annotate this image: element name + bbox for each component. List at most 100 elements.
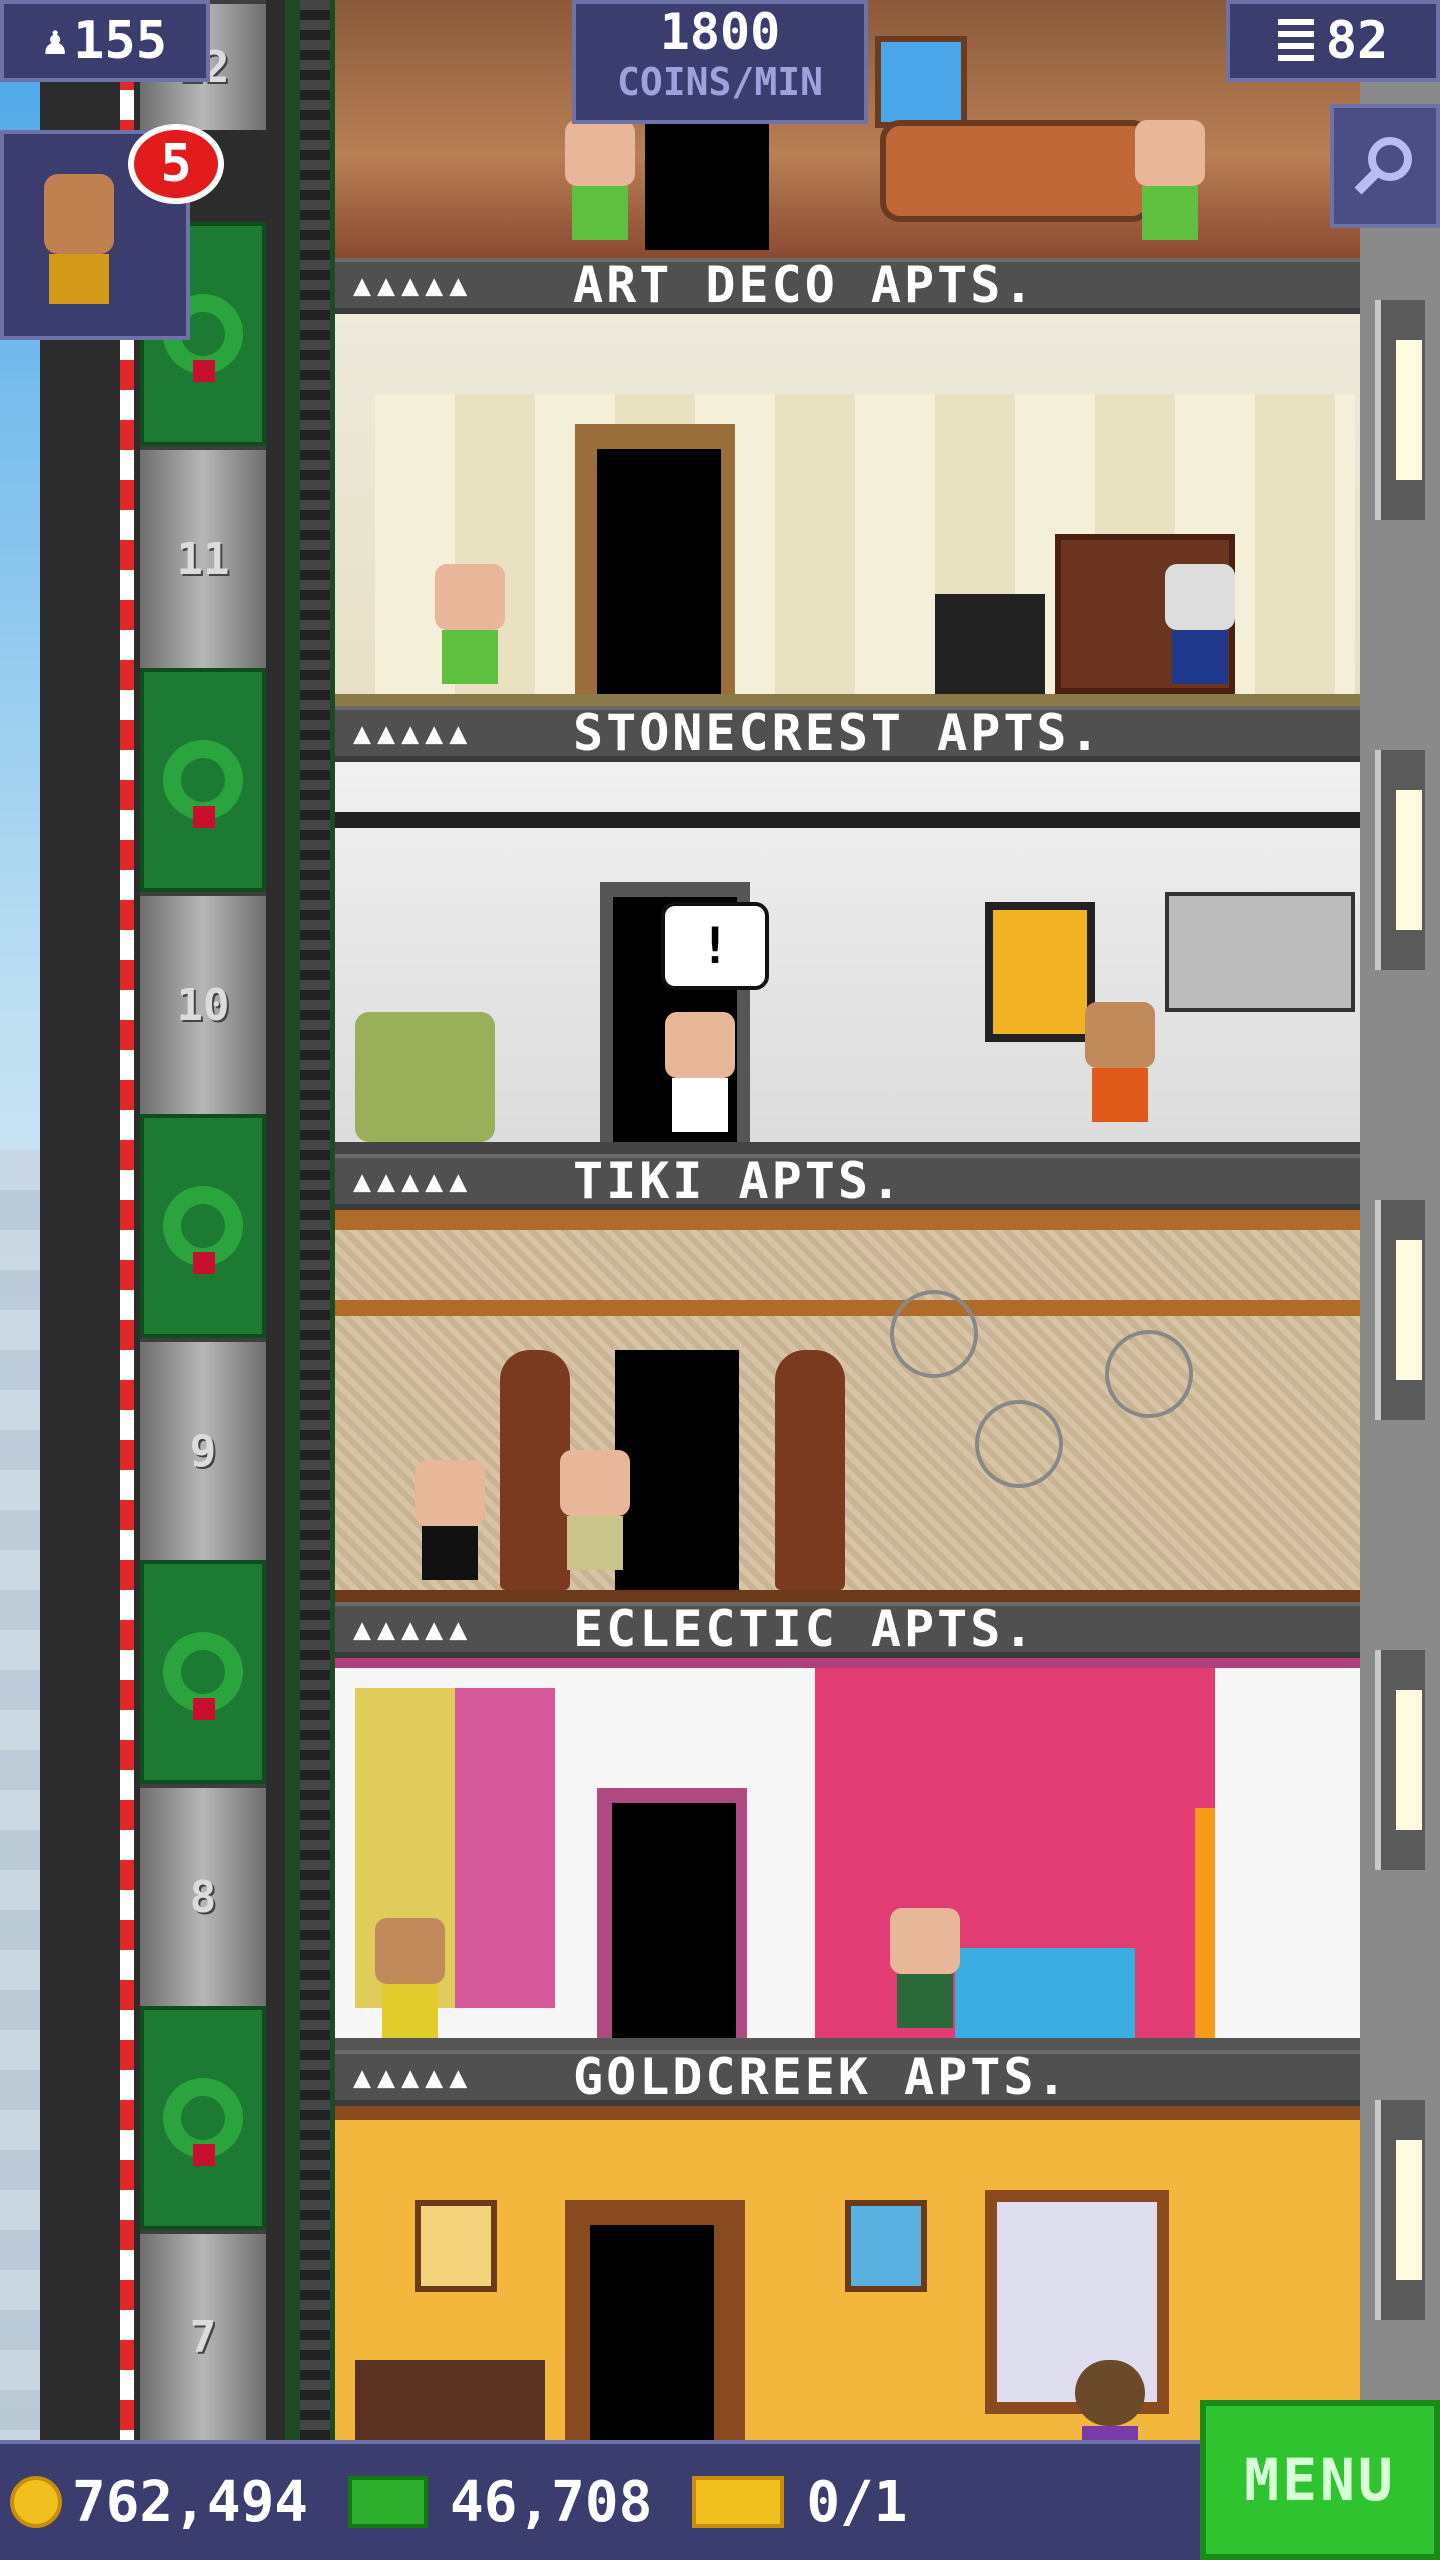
floor-count-value: 82 <box>1325 11 1389 71</box>
elevator-floor-8: 8 <box>140 1784 266 2006</box>
resident[interactable] <box>435 564 505 684</box>
floor-tiki[interactable] <box>335 1210 1360 1602</box>
visitor-count-badge: 5 <box>128 124 224 204</box>
population-icon: ♟ <box>42 18 68 64</box>
menu-label: MENU <box>1244 2446 1396 2514</box>
elevator-rail-left <box>120 0 134 2440</box>
resident[interactable] <box>560 1450 630 1570</box>
occupancy-icons: ▲▲▲▲▲ <box>353 267 474 303</box>
coins-per-min-value: 1800 <box>659 3 781 61</box>
speech-bubble-text: ! <box>699 917 731 975</box>
floor-sign[interactable]: ▲▲▲▲▲ ECLECTIC APTS. <box>335 1600 1360 1658</box>
bamboo-beam <box>335 1300 1360 1316</box>
tower-bux-icon <box>348 2476 429 2528</box>
ceiling-rail <box>335 812 1360 828</box>
occupancy-icons: ▲▲▲▲▲ <box>353 1163 474 1199</box>
floor-name: GOLDCREEK APTS. <box>573 2048 1070 2106</box>
floor-name: ART DECO APTS. <box>573 256 1037 314</box>
floor-name: TIKI APTS. <box>573 1152 905 1210</box>
wreath-icon <box>163 1632 243 1720</box>
floor-door <box>645 110 769 250</box>
resident[interactable] <box>375 1918 445 2038</box>
armchair <box>355 1012 495 1142</box>
elevator-floor-11: 11 <box>140 446 266 668</box>
window <box>875 36 967 128</box>
elevator-door-wreath <box>140 2006 266 2230</box>
occupancy-icons: ▲▲▲▲▲ <box>353 1611 474 1647</box>
floor-door <box>590 2225 714 2440</box>
floor-sign[interactable]: ▲▲▲▲▲ TIKI APTS. <box>335 1152 1360 1210</box>
coin-icon <box>10 2476 62 2528</box>
floor-lamp <box>1195 1808 1215 2038</box>
elevator-floor-number: 9 <box>189 1425 217 1477</box>
floor-name: STONECREST APTS. <box>573 704 1103 762</box>
wall-window <box>1375 1650 1425 1870</box>
bird-cage <box>890 1290 978 1378</box>
wreath-icon <box>163 1186 243 1274</box>
search-button[interactable] <box>1330 104 1440 228</box>
bird-cage <box>1105 1330 1193 1418</box>
magnifier-icon <box>1354 137 1412 195</box>
resident[interactable] <box>1135 120 1205 240</box>
elevator-floor-number: 7 <box>189 2311 217 2363</box>
population-value: 155 <box>73 11 167 71</box>
menu-button[interactable]: MENU <box>1200 2400 1440 2560</box>
resident[interactable] <box>565 120 635 240</box>
wreath-icon <box>163 2078 243 2166</box>
population-counter[interactable]: ♟ 155 <box>0 0 210 82</box>
coins-per-min-display: 1800 COINS/MIN <box>572 0 868 124</box>
elevator-door-wreath <box>140 668 266 892</box>
coins-value: 762,494 <box>72 2469 309 2535</box>
elevator-door-wreath <box>140 1114 266 1338</box>
elevator-floor-number: 8 <box>189 1871 217 1923</box>
wall-window <box>1375 300 1425 520</box>
floor-count-counter[interactable]: 82 <box>1226 0 1440 82</box>
elevator-door-wreath <box>140 1560 266 1784</box>
speech-bubble[interactable]: ! <box>661 902 769 990</box>
floor-sign[interactable]: ▲▲▲▲▲ GOLDCREEK APTS. <box>335 2048 1360 2106</box>
kitchen-cabinet <box>1165 892 1355 1012</box>
elevator-floor-7: 7 <box>140 2230 266 2440</box>
resident[interactable] <box>665 1012 735 1132</box>
floor-door <box>597 449 721 694</box>
picture-frame <box>415 2200 497 2292</box>
resident[interactable] <box>1075 2360 1145 2440</box>
visitor-avatar <box>44 174 114 254</box>
floor-eclectic[interactable] <box>335 1658 1360 2050</box>
elevator-floor-number: 10 <box>176 979 230 1031</box>
bux-value: 46,708 <box>450 2469 653 2535</box>
floor-goldcreek[interactable] <box>335 2106 1360 2440</box>
floor-door <box>615 1350 739 1590</box>
sofa <box>955 1948 1135 2038</box>
floor-sign[interactable]: ▲▲▲▲▲ ART DECO APTS. <box>335 256 1360 314</box>
resident[interactable] <box>1165 564 1235 684</box>
floor-modern[interactable]: ! <box>335 762 1360 1154</box>
resident[interactable] <box>415 1460 485 1580</box>
floor-stonecrest[interactable] <box>335 314 1360 706</box>
wreath-icon <box>163 740 243 828</box>
elevator-floor-number: 11 <box>176 533 230 585</box>
tv-stand <box>355 2360 545 2440</box>
floor-sign[interactable]: ▲▲▲▲▲ STONECREST APTS. <box>335 704 1360 762</box>
visitor-avatar-body <box>49 254 109 304</box>
resident[interactable] <box>1085 1002 1155 1122</box>
elevator-floor-10: 10 <box>140 892 266 1114</box>
coins-per-min-label: COINS/MIN <box>617 60 823 104</box>
ticket-icon <box>692 2476 785 2528</box>
occupancy-icons: ▲▲▲▲▲ <box>353 2059 474 2095</box>
visitor-count: 5 <box>160 134 192 194</box>
building-icon <box>1277 19 1314 63</box>
tickets-value: 0/1 <box>806 2469 908 2535</box>
floor-door <box>612 1803 736 2038</box>
wall-window <box>1375 1200 1425 1420</box>
picture-frame <box>845 2200 927 2292</box>
floor-name: ECLECTIC APTS. <box>573 1600 1037 1658</box>
resident[interactable] <box>890 1908 960 2028</box>
speaker <box>935 594 1045 694</box>
sofa <box>880 120 1152 222</box>
elevator-floor-9: 9 <box>140 1338 266 1560</box>
bird-cage <box>975 1400 1063 1488</box>
tiki-statue <box>775 1350 845 1590</box>
wall-window <box>1375 2100 1425 2320</box>
shaft-cable <box>300 0 330 2440</box>
